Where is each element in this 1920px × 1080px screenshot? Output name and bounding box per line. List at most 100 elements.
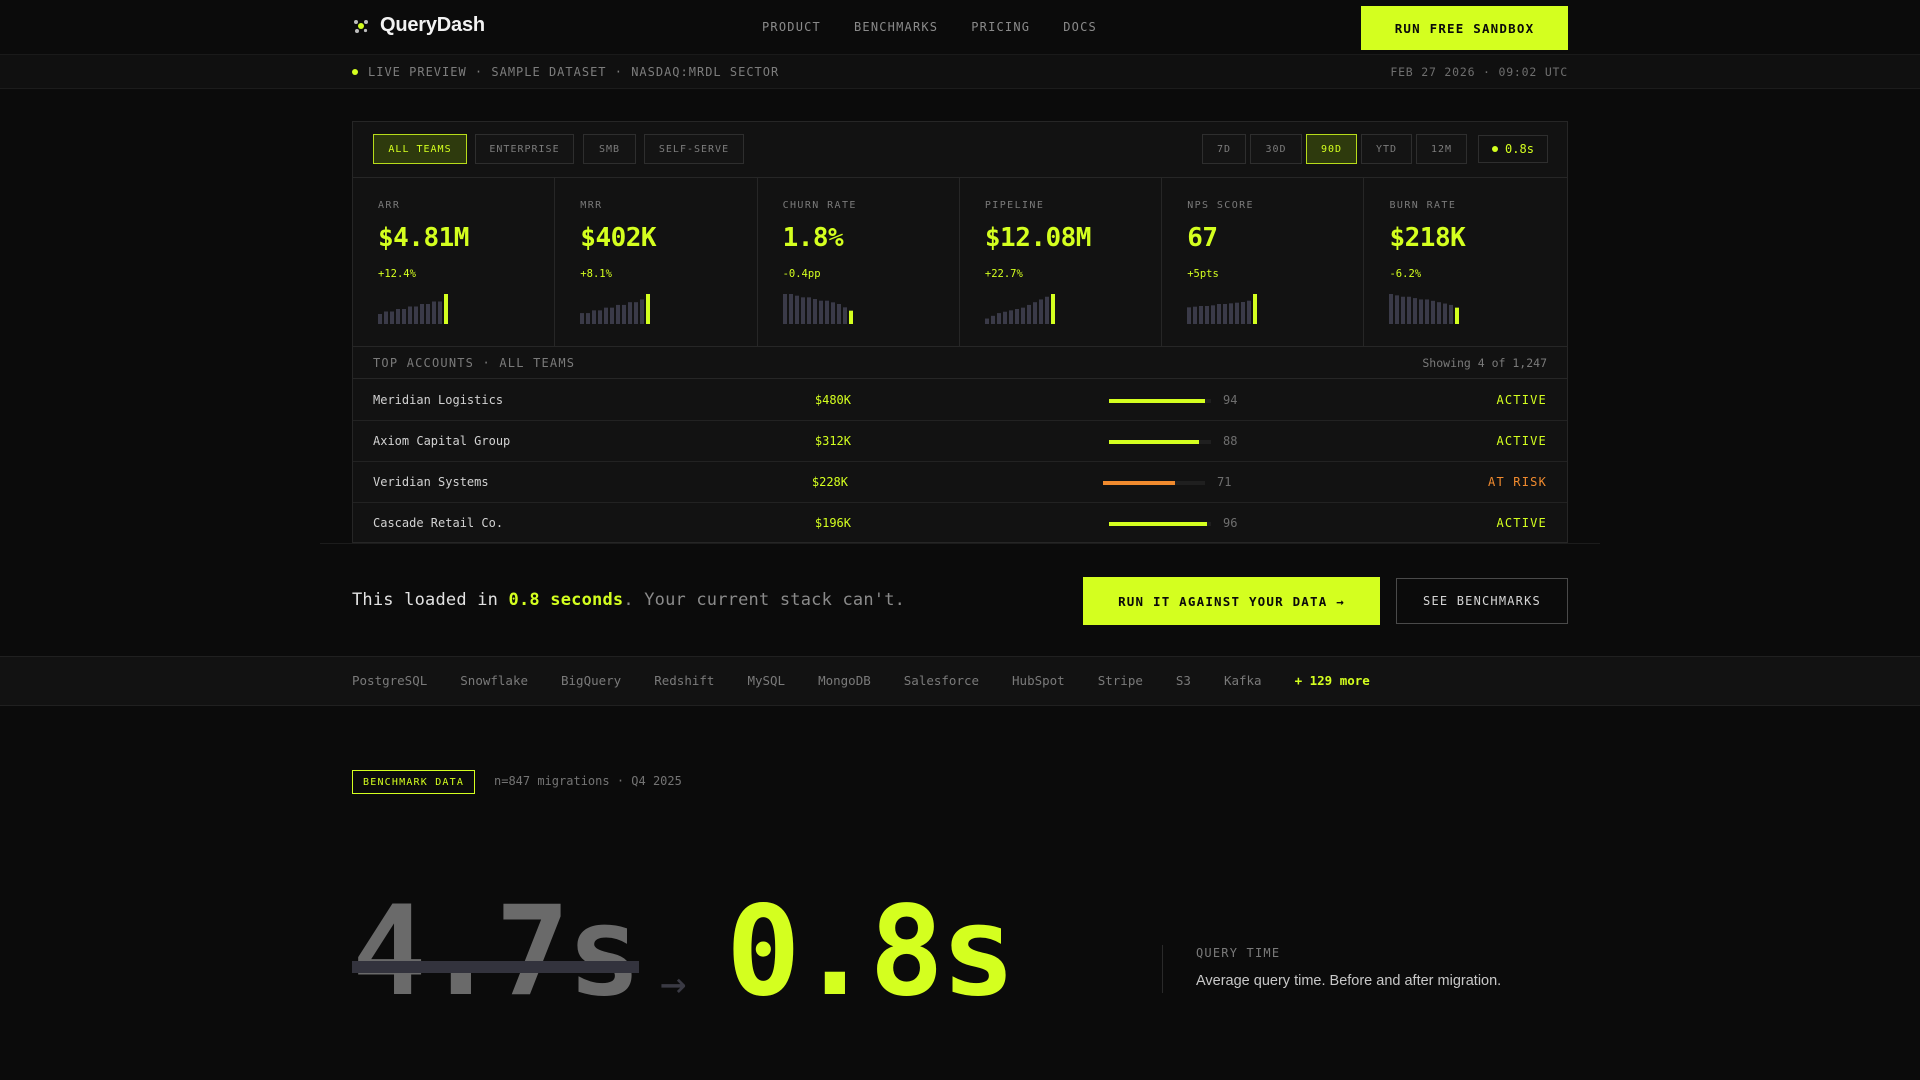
- accounts-header: TOP ACCOUNTS · ALL TEAMS Showing 4 of 1,…: [353, 346, 1567, 379]
- health-score: 96: [1223, 516, 1238, 530]
- run-free-sandbox-button[interactable]: RUN FREE SANDBOX: [1361, 6, 1568, 50]
- load-time-strip: This loaded in 0.8 seconds. Your current…: [320, 543, 1600, 656]
- range-30d[interactable]: 30D: [1250, 134, 1302, 164]
- sparkline-bar: [1395, 295, 1400, 324]
- status-badge: ACTIVE: [1496, 516, 1547, 530]
- status-badge: ACTIVE: [1496, 434, 1547, 448]
- sparkline-bar: [824, 300, 829, 324]
- kpi-value: $402K: [580, 223, 657, 253]
- integration-item: Snowflake: [460, 673, 528, 688]
- integration-item: BigQuery: [561, 673, 622, 688]
- live-preview-bar: LIVE PREVIEW · SAMPLE DATASET · NASDAQ:M…: [0, 55, 1920, 89]
- sparkline-bar: [1014, 309, 1019, 324]
- sparkline-bar: [1455, 307, 1460, 324]
- integration-item: MongoDB: [818, 673, 871, 688]
- kpi-value: 1.8%: [782, 223, 844, 253]
- after-time: 0.8s: [726, 880, 1016, 1024]
- sparkline-bar: [408, 306, 412, 324]
- sparkline-bar: [420, 304, 424, 324]
- integrations-more-link[interactable]: + 129 more: [1295, 673, 1370, 688]
- sparkline-bar: [1419, 299, 1424, 324]
- sparkline-bar: [1389, 294, 1394, 324]
- kpi-delta: +8.1%: [580, 268, 612, 280]
- table-row[interactable]: Axiom Capital Group $312K 88 ACTIVE: [353, 421, 1567, 462]
- kpi-delta: +22.7%: [984, 268, 1023, 280]
- range-12m[interactable]: 12M: [1416, 134, 1467, 164]
- sparkline-bar: [812, 299, 817, 324]
- range-90d[interactable]: 90D: [1306, 134, 1357, 164]
- sparkline-bar: [1425, 299, 1430, 324]
- sparkline-bar: [800, 297, 805, 324]
- filter-bar: ALL TEAMS ENTERPRISE SMB SELF-SERVE 7D 3…: [353, 122, 1567, 178]
- sparkline-bar: [580, 313, 585, 324]
- sparkline-bar: [1211, 305, 1216, 324]
- sparkline-bar: [1407, 296, 1412, 324]
- timestamp: FEB 27 2026 · 09:02 UTC: [1390, 65, 1568, 79]
- status-badge: AT RISK: [1488, 475, 1547, 489]
- segment-smb[interactable]: SMB: [583, 134, 636, 164]
- sparkline-bar: [1241, 302, 1246, 324]
- kpi-card-burn-rate[interactable]: BURN RATE $218K -6.2%: [1364, 178, 1566, 346]
- brand-mark-icon: [354, 19, 368, 33]
- load-time-highlight: 0.8 seconds: [508, 590, 624, 610]
- integrations-list: PostgreSQL Snowflake BigQuery Redshift M…: [352, 673, 1370, 688]
- sparkline-bar: [390, 311, 394, 324]
- sparkline-bar: [818, 300, 823, 324]
- nav-link-pricing[interactable]: PRICING: [971, 20, 1030, 34]
- kpi-label: BURN RATE: [1389, 200, 1457, 211]
- integration-item: Salesforce: [903, 673, 980, 688]
- segment-all-teams[interactable]: ALL TEAMS: [373, 134, 467, 164]
- load-time-prefix: This loaded in: [352, 590, 509, 610]
- load-time-suffix: . Your current stack can't.: [623, 590, 906, 610]
- account-value: $196K: [814, 516, 851, 530]
- live-preview-text: LIVE PREVIEW · SAMPLE DATASET · NASDAQ:M…: [368, 65, 780, 79]
- benchmark-meta: n=847 migrations · Q4 2025: [494, 774, 682, 788]
- sparkline-bar: [788, 294, 793, 324]
- nav-link-product[interactable]: PRODUCT: [762, 20, 821, 34]
- integration-item: Redshift: [654, 673, 715, 688]
- range-ytd[interactable]: YTD: [1361, 134, 1412, 164]
- sparkline-bar: [592, 310, 597, 324]
- sparkline-bar: [616, 304, 621, 324]
- kpi-value: $12.08M: [984, 223, 1092, 253]
- sparkline-bar: [842, 307, 847, 324]
- kpi-card-arr[interactable]: ARR $4.81M +12.4%: [353, 178, 556, 346]
- sparkline-bar: [1401, 296, 1406, 324]
- account-value: $228K: [811, 475, 848, 489]
- kpi-card-mrr[interactable]: MRR $402K +8.1%: [555, 178, 758, 346]
- sparkline-bar: [794, 295, 799, 324]
- load-time-message: This loaded in 0.8 seconds. Your current…: [352, 590, 905, 610]
- sparkline-bar: [830, 302, 835, 324]
- table-row[interactable]: Cascade Retail Co. $196K 96 ACTIVE: [353, 503, 1567, 544]
- sparkline-bar: [432, 301, 436, 324]
- see-benchmarks-button[interactable]: SEE BENCHMARKS: [1396, 578, 1568, 624]
- nav-link-benchmarks[interactable]: BENCHMARKS: [854, 20, 938, 34]
- sparkline-bar: [604, 307, 609, 324]
- sparkline-bar: [1449, 304, 1454, 324]
- sparkline-bar: [1187, 307, 1192, 324]
- kpi-card-nps-score[interactable]: NPS SCORE 67 +5pts: [1162, 178, 1365, 346]
- segment-self-serve[interactable]: SELF-SERVE: [644, 134, 744, 164]
- sparkline-bar: [1437, 302, 1442, 324]
- segment-enterprise[interactable]: ENTERPRISE: [475, 134, 574, 164]
- before-time: 4.7s: [352, 880, 642, 1024]
- sparkline-bar: [1443, 303, 1448, 324]
- table-row[interactable]: Veridian Systems $228K 71 AT RISK: [353, 462, 1567, 503]
- brand[interactable]: QueryDash: [352, 14, 485, 37]
- kpi-card-pipeline[interactable]: PIPELINE $12.08M +22.7%: [960, 178, 1163, 346]
- nav-link-docs[interactable]: DOCS: [1063, 20, 1097, 34]
- sparkline-bar: [438, 301, 442, 324]
- kpi-card-churn-rate[interactable]: CHURN RATE 1.8% -0.4pp: [758, 178, 960, 346]
- kpi-delta: +5pts: [1187, 268, 1219, 280]
- sparkline-bar: [1050, 294, 1055, 324]
- health-score: 88: [1223, 434, 1238, 448]
- sparkline-bar: [1002, 311, 1007, 324]
- run-against-data-button[interactable]: RUN IT AGAINST YOUR DATA →: [1083, 577, 1380, 625]
- latency-value: 0.8s: [1505, 142, 1534, 156]
- sparkline-bar: [402, 309, 406, 324]
- range-7d[interactable]: 7D: [1202, 134, 1246, 164]
- status-dot-icon: [1492, 146, 1499, 152]
- table-row[interactable]: Meridian Logistics $480K 94 ACTIVE: [353, 380, 1567, 421]
- health-score: 71: [1217, 475, 1232, 489]
- kpi-delta: -6.2%: [1389, 268, 1422, 280]
